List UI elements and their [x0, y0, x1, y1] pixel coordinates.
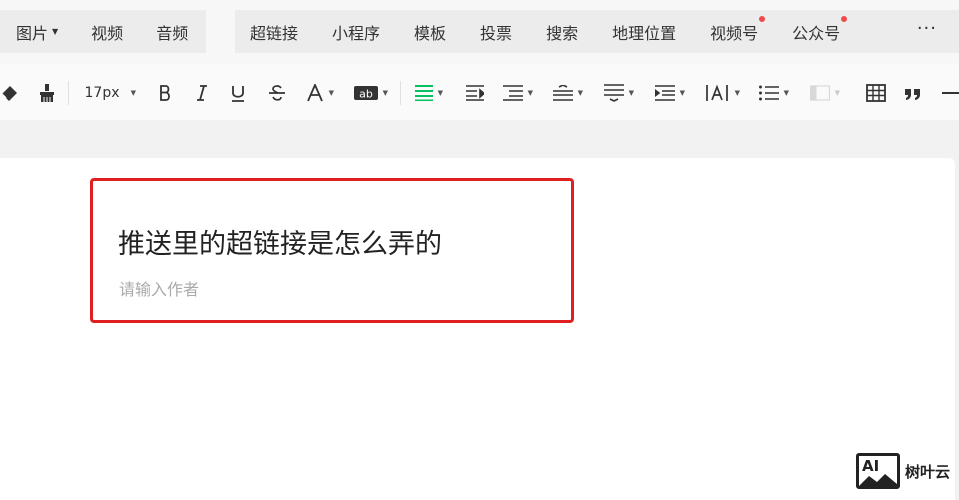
list-icon[interactable]: ▼: [759, 82, 789, 104]
tab-official-account-label: 公众号: [792, 23, 841, 43]
toolbar-bottom-band: [0, 120, 959, 158]
letter-spacing-icon[interactable]: ▼: [706, 82, 740, 104]
more-icon[interactable]: ···: [917, 20, 937, 38]
caret-down-icon: ▼: [628, 89, 634, 97]
italic-icon[interactable]: [194, 82, 210, 104]
caret-down-icon: ▼: [52, 27, 59, 36]
format-painter-icon[interactable]: [38, 82, 56, 104]
media-tab-group: 图片 ▼ 视频 音频: [0, 10, 206, 53]
indent-icon[interactable]: ▼: [655, 82, 685, 104]
tab-search-label: 搜索: [546, 23, 579, 43]
underline-icon[interactable]: [230, 82, 246, 104]
svg-text:ab: ab: [359, 88, 373, 101]
tab-audio-label: 音频: [156, 23, 189, 43]
line-spacing-icon[interactable]: ▼: [553, 82, 583, 104]
tab-image-label: 图片: [16, 23, 49, 43]
horizontal-rule-icon[interactable]: [940, 82, 959, 104]
toolbar-divider: [400, 81, 401, 105]
watermark-brand: 树叶云: [905, 462, 951, 481]
align-icon[interactable]: ▼: [415, 82, 443, 104]
first-line-indent-icon[interactable]: [466, 82, 484, 104]
tab-template[interactable]: 模板: [414, 20, 446, 44]
border-icon[interactable]: ▼: [810, 82, 840, 104]
tab-search[interactable]: 搜索: [546, 20, 578, 44]
author-input[interactable]: 请输入作者: [119, 276, 199, 300]
strikethrough-icon[interactable]: [268, 82, 286, 104]
tab-video-label: 视频: [91, 23, 124, 43]
tab-location-label: 地理位置: [612, 23, 677, 43]
watermark-logo-icon: AI: [856, 453, 900, 489]
font-color-icon[interactable]: ▼: [306, 82, 334, 104]
caret-down-icon: ▼: [437, 89, 443, 97]
caret-down-icon: ▼: [679, 89, 685, 97]
caret-down-icon: ▼: [527, 89, 533, 97]
paragraph-spacing-icon[interactable]: ▼: [503, 82, 533, 104]
table-icon[interactable]: [866, 82, 886, 104]
caret-down-icon: ▼: [834, 89, 840, 97]
tab-channels[interactable]: 视频号: [710, 15, 766, 44]
tab-hyperlink[interactable]: 超链接: [250, 20, 298, 44]
caret-down-icon: ▼: [577, 89, 583, 97]
paragraph-spacing-after-icon[interactable]: ▼: [604, 82, 634, 104]
tab-image[interactable]: 图片 ▼: [16, 20, 58, 44]
tab-audio[interactable]: 音频: [156, 20, 188, 44]
font-size-value: 17px: [84, 85, 120, 101]
caret-down-icon: ▼: [328, 89, 334, 97]
tab-location[interactable]: 地理位置: [612, 20, 676, 44]
caret-down-icon: ▼: [734, 89, 740, 97]
tab-vote-label: 投票: [480, 23, 513, 43]
caret-down-icon: ▼: [382, 89, 388, 97]
quote-icon[interactable]: [903, 82, 923, 104]
caret-down-icon: ▼: [130, 89, 136, 97]
tab-template-label: 模板: [414, 23, 447, 43]
tab-mini-program[interactable]: 小程序: [332, 20, 380, 44]
background-color-icon[interactable]: ab ▼: [354, 82, 388, 104]
insert-tabs-bar: 图片 ▼ 视频 音频 超链接 小程序 模板 投票 搜索 地理位置 视频号 公众号…: [0, 0, 959, 64]
clear-format-icon[interactable]: [0, 82, 20, 104]
font-size-select[interactable]: 17px ▼: [84, 82, 137, 104]
red-dot-badge: [841, 15, 848, 22]
tab-mini-program-label: 小程序: [332, 23, 381, 43]
red-dot-badge: [759, 15, 766, 22]
tab-official-account[interactable]: 公众号: [792, 15, 848, 44]
bold-icon[interactable]: [157, 82, 173, 104]
tab-vote[interactable]: 投票: [480, 20, 512, 44]
toolbar-divider: [68, 81, 69, 105]
insert-tab-group: 超链接 小程序 模板 投票 搜索 地理位置 视频号 公众号: [235, 10, 959, 53]
watermark: AI 树叶云: [856, 453, 950, 489]
tab-hyperlink-label: 超链接: [250, 23, 299, 43]
tab-video[interactable]: 视频: [91, 20, 123, 44]
article-title[interactable]: 推送里的超链接是怎么弄的: [118, 222, 442, 261]
tab-channels-label: 视频号: [710, 23, 759, 43]
caret-down-icon: ▼: [783, 89, 789, 97]
format-toolbar: 17px ▼ ▼ ab ▼ ▼ ▼ ▼ ▼ ▼ ▼ ▼ ▼: [0, 64, 959, 120]
